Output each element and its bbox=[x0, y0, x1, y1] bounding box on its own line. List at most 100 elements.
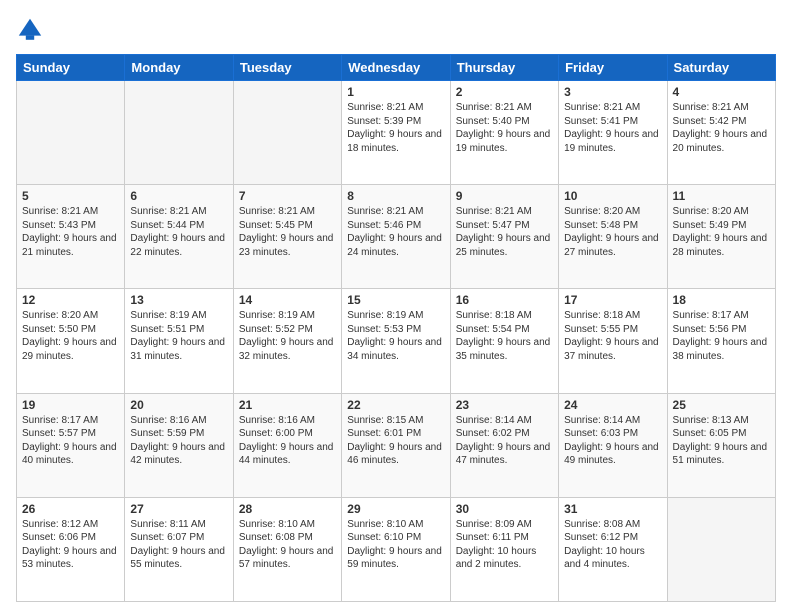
week-row-4: 19 Sunrise: 8:17 AM Sunset: 5:57 PM Dayli… bbox=[17, 393, 776, 497]
logo bbox=[16, 16, 48, 44]
header-sunday: Sunday bbox=[17, 55, 125, 81]
day-cell: 9 Sunrise: 8:21 AM Sunset: 5:47 PM Daylig… bbox=[450, 185, 558, 289]
page: Sunday Monday Tuesday Wednesday Thursday… bbox=[0, 0, 792, 612]
day-cell: 21Sunrise: 8:16 AM Sunset: 6:00 PM Dayli… bbox=[233, 393, 341, 497]
day-info: Sunrise: 8:16 AM Sunset: 5:59 PM Dayligh… bbox=[130, 414, 227, 468]
day-number: 28 bbox=[239, 502, 336, 516]
week-row-5: 26 Sunrise: 8:12 AM Sunset: 6:06 PM Dayli… bbox=[17, 497, 776, 601]
week-row-1: 1 Sunrise: 8:21 AM Sunset: 5:39 PM Daylig… bbox=[17, 81, 776, 185]
header-friday: Friday bbox=[559, 55, 667, 81]
week-row-3: 12 Sunrise: 8:20 AM Sunset: 5:50 PM Dayli… bbox=[17, 289, 776, 393]
day-info: Sunrise: 8:21 AM Sunset: 5:41 PM Dayligh… bbox=[564, 101, 661, 155]
day-cell: 10 Sunrise: 8:20 AM Sunset: 5:48 PM Dayli… bbox=[559, 185, 667, 289]
day-number: 2 bbox=[456, 85, 553, 99]
day-cell: 15 Sunrise: 8:19 AM Sunset: 5:53 PM Dayli… bbox=[342, 289, 450, 393]
day-info: Sunrise: 8:21 AM Sunset: 5:45 PM Dayligh… bbox=[239, 205, 336, 259]
day-number: 12 bbox=[22, 293, 119, 307]
day-info: Sunrise: 8:21 AM Sunset: 5:47 PM Dayligh… bbox=[456, 205, 553, 259]
day-info: Sunrise: 8:09 AM Sunset: 6:11 PM Dayligh… bbox=[456, 518, 553, 572]
day-cell: 23 Sunrise: 8:14 AM Sunset: 6:02 PM Dayli… bbox=[450, 393, 558, 497]
day-cell: 30 Sunrise: 8:09 AM Sunset: 6:11 PM Dayli… bbox=[450, 497, 558, 601]
day-info: Sunrise: 8:19 AM Sunset: 5:53 PM Dayligh… bbox=[347, 309, 444, 363]
day-cell: 29 Sunrise: 8:10 AM Sunset: 6:10 PM Dayli… bbox=[342, 497, 450, 601]
day-info: Sunrise: 8:10 AM Sunset: 6:08 PM Dayligh… bbox=[239, 518, 336, 572]
day-number: 24 bbox=[564, 398, 661, 412]
day-number: 26 bbox=[22, 502, 119, 516]
day-info: Sunrise: 8:14 AM Sunset: 6:02 PM Dayligh… bbox=[456, 414, 553, 468]
day-cell bbox=[17, 81, 125, 185]
logo-icon bbox=[16, 16, 44, 44]
day-cell: 1 Sunrise: 8:21 AM Sunset: 5:39 PM Daylig… bbox=[342, 81, 450, 185]
day-cell: 31Sunrise: 8:08 AM Sunset: 6:12 PM Dayli… bbox=[559, 497, 667, 601]
day-cell: 4 Sunrise: 8:21 AM Sunset: 5:42 PM Daylig… bbox=[667, 81, 775, 185]
day-info: Sunrise: 8:10 AM Sunset: 6:10 PM Dayligh… bbox=[347, 518, 444, 572]
day-cell: 16 Sunrise: 8:18 AM Sunset: 5:54 PM Dayli… bbox=[450, 289, 558, 393]
header-saturday: Saturday bbox=[667, 55, 775, 81]
day-number: 18 bbox=[673, 293, 770, 307]
day-cell: 7 Sunrise: 8:21 AM Sunset: 5:45 PM Daylig… bbox=[233, 185, 341, 289]
day-number: 13 bbox=[130, 293, 227, 307]
day-number: 4 bbox=[673, 85, 770, 99]
day-number: 27 bbox=[130, 502, 227, 516]
day-info: Sunrise: 8:21 AM Sunset: 5:42 PM Dayligh… bbox=[673, 101, 770, 155]
day-cell bbox=[667, 497, 775, 601]
day-number: 8 bbox=[347, 189, 444, 203]
day-cell: 12 Sunrise: 8:20 AM Sunset: 5:50 PM Dayli… bbox=[17, 289, 125, 393]
day-info: Sunrise: 8:21 AM Sunset: 5:46 PM Dayligh… bbox=[347, 205, 444, 259]
day-cell: 3 Sunrise: 8:21 AM Sunset: 5:41 PM Daylig… bbox=[559, 81, 667, 185]
day-number: 9 bbox=[456, 189, 553, 203]
header bbox=[16, 16, 776, 44]
day-cell: 19 Sunrise: 8:17 AM Sunset: 5:57 PM Dayli… bbox=[17, 393, 125, 497]
day-info: Sunrise: 8:21 AM Sunset: 5:40 PM Dayligh… bbox=[456, 101, 553, 155]
day-cell: 18 Sunrise: 8:17 AM Sunset: 5:56 PM Dayli… bbox=[667, 289, 775, 393]
day-info: Sunrise: 8:14 AM Sunset: 6:03 PM Dayligh… bbox=[564, 414, 661, 468]
day-cell: 2 Sunrise: 8:21 AM Sunset: 5:40 PM Daylig… bbox=[450, 81, 558, 185]
day-info: Sunrise: 8:18 AM Sunset: 5:55 PM Dayligh… bbox=[564, 309, 661, 363]
day-info: Sunrise: 8:17 AM Sunset: 5:56 PM Dayligh… bbox=[673, 309, 770, 363]
day-cell bbox=[125, 81, 233, 185]
day-number: 23 bbox=[456, 398, 553, 412]
calendar-header: Sunday Monday Tuesday Wednesday Thursday… bbox=[17, 55, 776, 81]
day-cell bbox=[233, 81, 341, 185]
day-cell: 6Sunrise: 8:21 AM Sunset: 5:44 PM Daylig… bbox=[125, 185, 233, 289]
day-info: Sunrise: 8:20 AM Sunset: 5:50 PM Dayligh… bbox=[22, 309, 119, 363]
day-number: 19 bbox=[22, 398, 119, 412]
day-info: Sunrise: 8:17 AM Sunset: 5:57 PM Dayligh… bbox=[22, 414, 119, 468]
day-cell: 11Sunrise: 8:20 AM Sunset: 5:49 PM Dayli… bbox=[667, 185, 775, 289]
day-number: 22 bbox=[347, 398, 444, 412]
day-number: 30 bbox=[456, 502, 553, 516]
day-cell: 17 Sunrise: 8:18 AM Sunset: 5:55 PM Dayli… bbox=[559, 289, 667, 393]
calendar-body: 1 Sunrise: 8:21 AM Sunset: 5:39 PM Daylig… bbox=[17, 81, 776, 602]
day-number: 7 bbox=[239, 189, 336, 203]
day-cell: 13 Sunrise: 8:19 AM Sunset: 5:51 PM Dayli… bbox=[125, 289, 233, 393]
day-number: 1 bbox=[347, 85, 444, 99]
header-wednesday: Wednesday bbox=[342, 55, 450, 81]
day-info: Sunrise: 8:11 AM Sunset: 6:07 PM Dayligh… bbox=[130, 518, 227, 572]
day-info: Sunrise: 8:19 AM Sunset: 5:52 PM Dayligh… bbox=[239, 309, 336, 363]
week-row-2: 5Sunrise: 8:21 AM Sunset: 5:43 PM Daylig… bbox=[17, 185, 776, 289]
day-info: Sunrise: 8:12 AM Sunset: 6:06 PM Dayligh… bbox=[22, 518, 119, 572]
day-number: 16 bbox=[456, 293, 553, 307]
day-cell: 14Sunrise: 8:19 AM Sunset: 5:52 PM Dayli… bbox=[233, 289, 341, 393]
day-number: 10 bbox=[564, 189, 661, 203]
day-number: 17 bbox=[564, 293, 661, 307]
day-number: 3 bbox=[564, 85, 661, 99]
day-info: Sunrise: 8:13 AM Sunset: 6:05 PM Dayligh… bbox=[673, 414, 770, 468]
day-cell: 20Sunrise: 8:16 AM Sunset: 5:59 PM Dayli… bbox=[125, 393, 233, 497]
day-cell: 24 Sunrise: 8:14 AM Sunset: 6:03 PM Dayli… bbox=[559, 393, 667, 497]
day-number: 5 bbox=[22, 189, 119, 203]
day-info: Sunrise: 8:20 AM Sunset: 5:48 PM Dayligh… bbox=[564, 205, 661, 259]
day-info: Sunrise: 8:21 AM Sunset: 5:39 PM Dayligh… bbox=[347, 101, 444, 155]
day-number: 15 bbox=[347, 293, 444, 307]
day-number: 25 bbox=[673, 398, 770, 412]
day-info: Sunrise: 8:19 AM Sunset: 5:51 PM Dayligh… bbox=[130, 309, 227, 363]
day-info: Sunrise: 8:18 AM Sunset: 5:54 PM Dayligh… bbox=[456, 309, 553, 363]
calendar: Sunday Monday Tuesday Wednesday Thursday… bbox=[16, 54, 776, 602]
day-cell: 8 Sunrise: 8:21 AM Sunset: 5:46 PM Daylig… bbox=[342, 185, 450, 289]
header-thursday: Thursday bbox=[450, 55, 558, 81]
day-number: 29 bbox=[347, 502, 444, 516]
day-info: Sunrise: 8:15 AM Sunset: 6:01 PM Dayligh… bbox=[347, 414, 444, 468]
day-number: 31 bbox=[564, 502, 661, 516]
day-number: 6 bbox=[130, 189, 227, 203]
day-cell: 28 Sunrise: 8:10 AM Sunset: 6:08 PM Dayli… bbox=[233, 497, 341, 601]
